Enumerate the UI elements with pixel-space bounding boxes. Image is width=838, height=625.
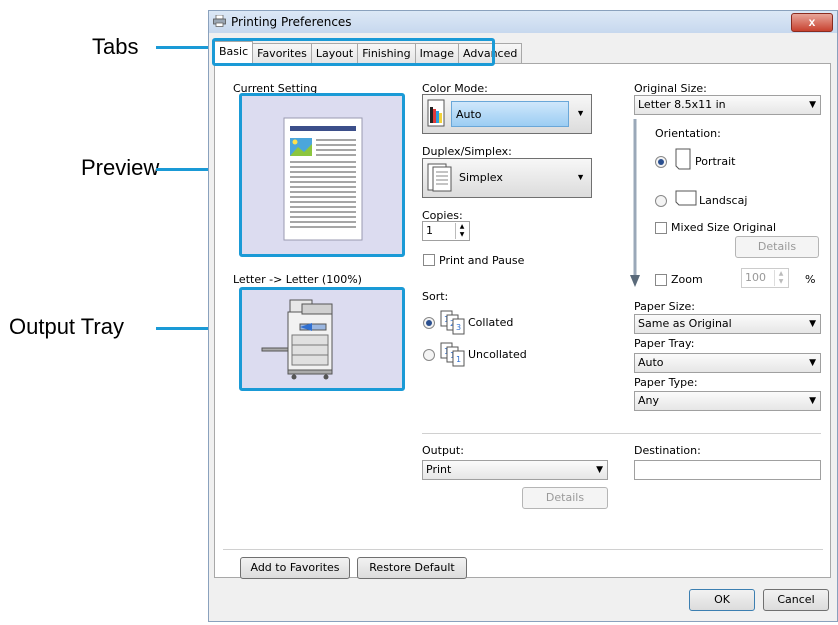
zoom-value: 100	[745, 271, 766, 284]
close-button[interactable]: x	[791, 13, 833, 32]
print-pause-checkbox[interactable]	[423, 254, 435, 266]
color-mode-select[interactable]: Auto ▼	[422, 94, 592, 134]
scale-text: Letter -> Letter (100%)	[233, 273, 362, 286]
paper-tray-value: Auto	[638, 356, 664, 369]
paper-size-label: Paper Size:	[634, 300, 695, 313]
destination-label: Destination:	[634, 444, 701, 457]
paper-tray-select[interactable]: Auto ▼	[634, 353, 821, 373]
sort-label: Sort:	[422, 290, 449, 303]
document-preview-icon	[283, 117, 363, 241]
ok-button[interactable]: OK	[689, 589, 755, 611]
portrait-radio[interactable]	[655, 156, 667, 168]
paper-size-value: Same as Original	[638, 317, 732, 330]
callout-output-tray: Output Tray	[9, 314, 124, 339]
copies-stepper[interactable]: ▲ ▼	[455, 223, 468, 239]
copies-input[interactable]: 1 ▲ ▼	[422, 221, 470, 241]
uncollated-radio[interactable]	[423, 349, 435, 361]
separator	[422, 433, 821, 434]
cancel-button[interactable]: Cancel	[763, 589, 829, 611]
original-size-label: Original Size:	[634, 82, 707, 95]
title-bar: Printing Preferences x	[209, 11, 837, 33]
landscape-label: Landscaj	[699, 194, 748, 207]
portrait-label: Portrait	[695, 155, 736, 168]
duplex-icon	[427, 163, 452, 192]
original-size-select[interactable]: Letter 8.5x11 in ▼	[634, 95, 821, 115]
window-title: Printing Preferences	[231, 15, 352, 29]
collated-label: Collated	[468, 316, 514, 329]
paper-type-value: Any	[638, 394, 660, 407]
printer-machine-icon	[261, 299, 333, 380]
destination-input[interactable]	[634, 460, 821, 480]
chevron-down-icon: ▼	[809, 100, 816, 110]
mixed-size-checkbox[interactable]	[655, 222, 667, 234]
restore-default-button[interactable]: Restore Default	[357, 557, 467, 579]
copies-value: 1	[426, 224, 433, 237]
paper-type-select[interactable]: Any ▼	[634, 391, 821, 411]
details-button-original[interactable]: Details	[735, 236, 819, 258]
collated-icon: 1 2 3	[440, 310, 465, 335]
collated-radio[interactable]	[423, 317, 435, 329]
svg-text:1: 1	[456, 355, 461, 364]
landscape-icon	[675, 190, 697, 206]
chevron-down-icon: ▼	[576, 172, 585, 182]
zoom-unit: %	[805, 273, 816, 286]
preview-box	[242, 96, 402, 254]
printer-icon	[213, 15, 226, 27]
chevron-down-icon: ▼	[809, 396, 816, 406]
landscape-radio[interactable]	[655, 195, 667, 207]
paper-type-label: Paper Type:	[634, 376, 698, 389]
orientation-arrow	[630, 119, 640, 287]
paper-size-select[interactable]: Same as Original ▼	[634, 314, 821, 334]
duplex-value: Simplex	[459, 171, 503, 184]
chevron-down-icon: ▼	[576, 108, 585, 118]
output-tray-box	[242, 290, 402, 388]
callout-tabs: Tabs	[92, 34, 139, 59]
chevron-down-icon: ▼	[809, 319, 816, 329]
output-select[interactable]: Print ▼	[422, 460, 608, 480]
duplex-label: Duplex/Simplex:	[422, 145, 512, 158]
mixed-size-label: Mixed Size Original	[671, 221, 777, 234]
zoom-input[interactable]: 100 ▲ ▼	[741, 268, 789, 288]
printing-preferences-window: Printing Preferences x Basic Favorites L…	[208, 10, 838, 622]
svg-text:3: 3	[456, 323, 461, 332]
original-size-value: Letter 8.5x11 in	[638, 98, 726, 111]
tabs-highlight	[212, 38, 495, 66]
basic-tab-panel: Current Setting Letter -> Letter (100%) …	[214, 63, 831, 579]
uncollated-label: Uncollated	[468, 348, 527, 361]
add-to-favorites-button[interactable]: Add to Favorites	[240, 557, 350, 579]
output-value: Print	[426, 463, 452, 476]
chevron-down-icon: ▼	[809, 358, 816, 368]
chevron-down-icon: ▼	[596, 465, 603, 475]
zoom-checkbox[interactable]	[655, 274, 667, 286]
output-label: Output:	[422, 444, 464, 457]
portrait-icon	[675, 148, 691, 170]
print-pause-label: Print and Pause	[439, 254, 525, 267]
footer-separator	[223, 549, 823, 550]
zoom-stepper[interactable]: ▲ ▼	[774, 270, 787, 286]
color-mode-icon	[427, 99, 445, 127]
color-mode-value: Auto	[451, 101, 569, 127]
duplex-select[interactable]: Simplex ▼	[422, 158, 592, 198]
orientation-label: Orientation:	[655, 127, 721, 140]
paper-tray-label: Paper Tray:	[634, 337, 695, 350]
uncollated-icon: 1 1 1	[440, 342, 465, 367]
zoom-label: Zoom	[671, 273, 703, 286]
callout-preview: Preview	[81, 155, 160, 180]
details-button-output[interactable]: Details	[522, 487, 608, 509]
